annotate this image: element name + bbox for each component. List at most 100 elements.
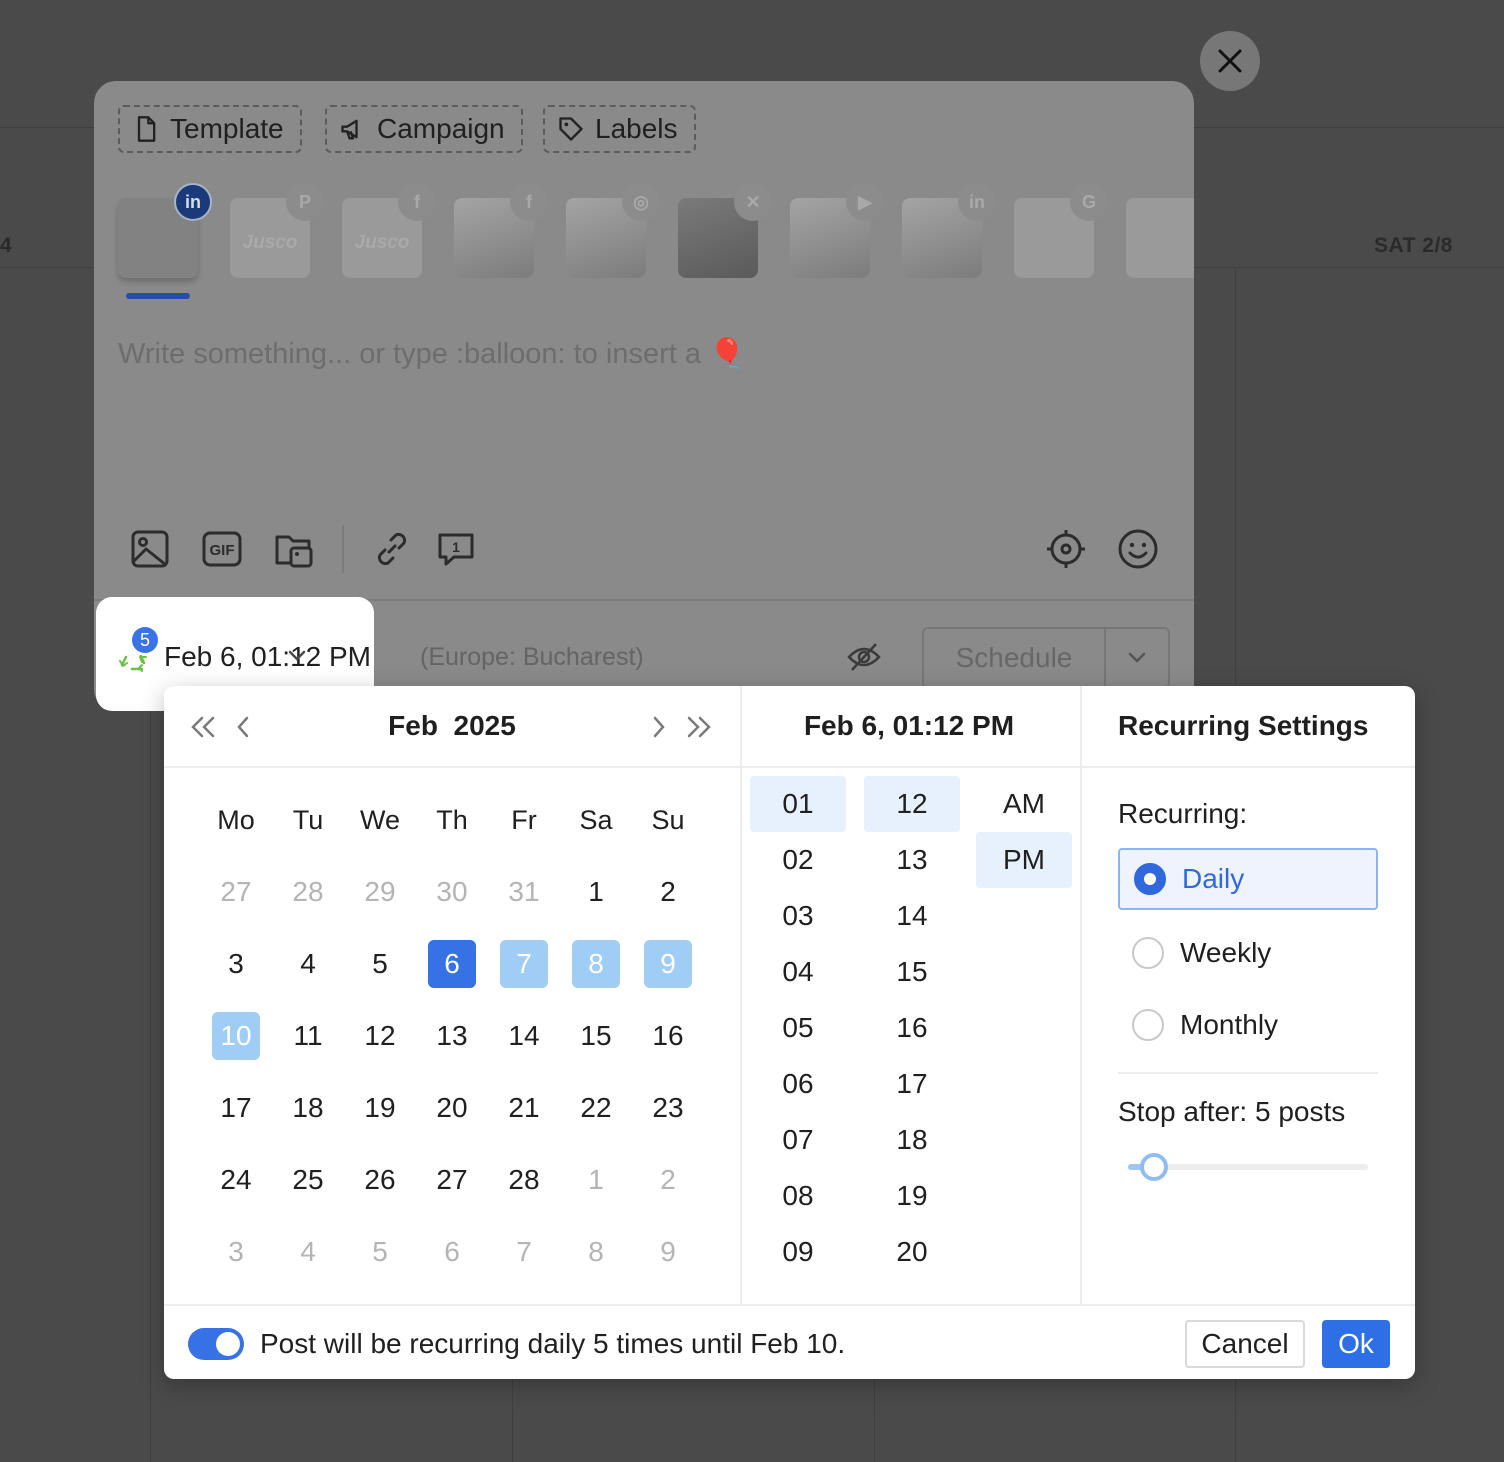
account-avatar[interactable]: ✕ xyxy=(678,183,772,278)
calendar-day[interactable]: 26 xyxy=(344,1144,416,1216)
calendar-day[interactable]: 18 xyxy=(272,1072,344,1144)
calendar-day[interactable]: 27 xyxy=(200,856,272,928)
minute-option[interactable]: 12 xyxy=(864,776,960,832)
meridiem-option[interactable]: AM xyxy=(976,776,1072,832)
radio-button[interactable] xyxy=(1132,1009,1164,1041)
hour-option[interactable]: 05 xyxy=(750,1000,846,1056)
first-comment-button[interactable]: 1 xyxy=(434,527,478,571)
calendar-day[interactable]: 22 xyxy=(560,1072,632,1144)
calendar-day[interactable]: 19 xyxy=(344,1072,416,1144)
radio-button[interactable] xyxy=(1132,937,1164,969)
calendar-day[interactable]: 23 xyxy=(632,1072,704,1144)
campaign-button[interactable]: Campaign xyxy=(325,105,523,153)
template-button[interactable]: Template xyxy=(118,105,302,153)
account-avatar[interactable]: G xyxy=(1014,183,1108,278)
calendar-day[interactable]: 5 xyxy=(344,1216,416,1288)
calendar-day[interactable]: 16 xyxy=(632,1000,704,1072)
image-upload-button[interactable] xyxy=(128,527,172,571)
calendar-day[interactable]: 14 xyxy=(488,1000,560,1072)
calendar-day[interactable]: 1 xyxy=(560,1144,632,1216)
minute-option[interactable]: 15 xyxy=(864,944,960,1000)
stop-after-slider[interactable] xyxy=(1128,1153,1368,1181)
calendar-day[interactable]: 6 xyxy=(416,928,488,1000)
radio-button[interactable] xyxy=(1134,863,1166,895)
calendar-day[interactable]: 27 xyxy=(416,1144,488,1216)
minute-option[interactable]: 16 xyxy=(864,1000,960,1056)
calendar-day[interactable]: 7 xyxy=(488,1216,560,1288)
location-button[interactable] xyxy=(1044,527,1088,571)
calendar-day[interactable]: 1 xyxy=(560,856,632,928)
calendar-day[interactable]: 3 xyxy=(200,928,272,1000)
calendar-day[interactable]: 28 xyxy=(272,856,344,928)
hour-option[interactable]: 04 xyxy=(750,944,846,1000)
calendar-day[interactable]: 7 xyxy=(488,928,560,1000)
calendar-day[interactable]: 6 xyxy=(416,1216,488,1288)
calendar-day[interactable]: 9 xyxy=(632,1216,704,1288)
hour-option[interactable]: 07 xyxy=(750,1112,846,1168)
calendar-day[interactable]: 20 xyxy=(416,1072,488,1144)
recurring-option-weekly[interactable]: Weekly xyxy=(1118,922,1378,984)
prev-month-button[interactable] xyxy=(228,710,258,744)
prev-year-button[interactable] xyxy=(188,710,218,744)
link-button[interactable] xyxy=(370,527,414,571)
calendar-day[interactable]: 17 xyxy=(200,1072,272,1144)
hour-option[interactable]: 08 xyxy=(750,1168,846,1224)
minute-option[interactable]: 14 xyxy=(864,888,960,944)
calendar-day[interactable]: 8 xyxy=(560,1216,632,1288)
minute-option[interactable]: 13 xyxy=(864,832,960,888)
calendar-day[interactable]: 25 xyxy=(272,1144,344,1216)
hour-option[interactable]: 06 xyxy=(750,1056,846,1112)
calendar-day[interactable]: 8 xyxy=(560,928,632,1000)
slider-handle[interactable] xyxy=(1140,1153,1168,1181)
recurring-toggle[interactable] xyxy=(188,1328,244,1360)
calendar-day[interactable]: 10 xyxy=(200,1000,272,1072)
emoji-button[interactable] xyxy=(1116,527,1160,571)
recurring-option-monthly[interactable]: Monthly xyxy=(1118,994,1378,1056)
gif-button[interactable]: GIF xyxy=(200,527,244,571)
month-year-title[interactable]: Feb 2025 xyxy=(344,710,560,742)
meridiem-option[interactable]: PM xyxy=(976,832,1072,888)
account-avatar[interactable]: Jusco f xyxy=(342,183,436,278)
hour-option[interactable]: 01 xyxy=(750,776,846,832)
close-button[interactable] xyxy=(1200,31,1260,91)
calendar-day[interactable]: 4 xyxy=(272,1216,344,1288)
minute-option[interactable]: 20 xyxy=(864,1224,960,1280)
hour-option[interactable]: 03 xyxy=(750,888,846,944)
media-library-button[interactable] xyxy=(272,527,316,571)
calendar-day[interactable]: 28 xyxy=(488,1144,560,1216)
next-month-button[interactable] xyxy=(644,710,674,744)
calendar-day[interactable]: 2 xyxy=(632,856,704,928)
calendar-day[interactable]: 5 xyxy=(344,928,416,1000)
cancel-button[interactable]: Cancel xyxy=(1185,1320,1305,1368)
next-year-button[interactable] xyxy=(684,710,714,744)
calendar-day[interactable]: 11 xyxy=(272,1000,344,1072)
calendar-day[interactable]: 29 xyxy=(344,856,416,928)
calendar-day[interactable]: 24 xyxy=(200,1144,272,1216)
account-avatar[interactable]: Jusco P xyxy=(230,183,324,278)
calendar-day[interactable]: 2 xyxy=(632,1144,704,1216)
calendar-day[interactable]: 21 xyxy=(488,1072,560,1144)
account-avatar[interactable]: f xyxy=(454,183,548,278)
calendar-day[interactable]: 31 xyxy=(488,856,560,928)
minute-option[interactable]: 17 xyxy=(864,1056,960,1112)
calendar-day[interactable]: 13 xyxy=(416,1000,488,1072)
preview-toggle[interactable] xyxy=(846,639,882,680)
calendar-day[interactable]: 9 xyxy=(632,928,704,1000)
ok-button[interactable]: Ok xyxy=(1322,1320,1390,1368)
hour-option[interactable]: 02 xyxy=(750,832,846,888)
account-avatar[interactable] xyxy=(1126,198,1194,278)
chevron-down-icon[interactable] xyxy=(288,650,306,662)
schedule-options-button[interactable] xyxy=(1106,629,1168,687)
minute-option[interactable]: 19 xyxy=(864,1168,960,1224)
account-avatar[interactable]: ◎ xyxy=(566,183,660,278)
calendar-day[interactable]: 3 xyxy=(200,1216,272,1288)
recurring-option-daily[interactable]: Daily xyxy=(1118,848,1378,910)
account-avatar[interactable]: in xyxy=(902,183,996,278)
calendar-day[interactable]: 30 xyxy=(416,856,488,928)
account-avatar[interactable]: in xyxy=(118,183,212,278)
schedule-button[interactable]: Schedule xyxy=(924,629,1106,687)
hour-option[interactable]: 09 xyxy=(750,1224,846,1280)
post-editor-placeholder[interactable]: Write something... or type :balloon: to … xyxy=(118,337,745,371)
account-avatar[interactable]: ▶ xyxy=(790,183,884,278)
calendar-day[interactable]: 12 xyxy=(344,1000,416,1072)
